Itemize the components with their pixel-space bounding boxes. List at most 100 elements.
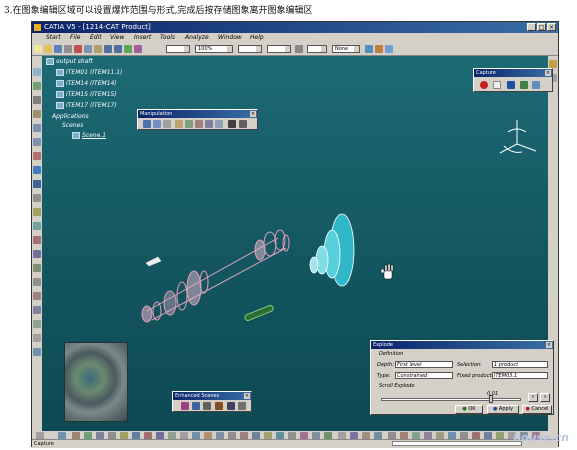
scene-delete-icon[interactable]: [238, 402, 246, 410]
snap-icon[interactable]: [175, 120, 183, 128]
menu-file[interactable]: File: [70, 33, 80, 43]
small-part: [145, 256, 162, 267]
step-back-button[interactable]: «: [528, 393, 538, 402]
maximize-button[interactable]: □: [537, 23, 546, 31]
iso-view-icon[interactable]: [33, 166, 41, 174]
step-forward-button[interactable]: »: [540, 393, 550, 402]
menu-insert[interactable]: Insert: [134, 33, 151, 43]
status-text: Capture: [34, 441, 54, 447]
rotate-icon[interactable]: [33, 110, 41, 118]
layer-combo[interactable]: None: [332, 45, 360, 53]
capture-title: Capture: [476, 70, 496, 76]
menu-edit[interactable]: Edit: [90, 33, 102, 43]
linetype-combo[interactable]: [238, 45, 262, 53]
position-icon[interactable]: [215, 120, 223, 128]
slider-thumb[interactable]: [489, 395, 493, 403]
pointer-icon[interactable]: [134, 45, 142, 53]
light-icon[interactable]: [33, 306, 41, 314]
menu-bar: Start File Edit View Insert Tools Analyz…: [32, 33, 558, 43]
album-icon[interactable]: [532, 81, 540, 89]
normal-view-icon[interactable]: [33, 152, 41, 160]
catia-logo-icon: [34, 24, 41, 31]
manipulate-icon[interactable]: [143, 120, 151, 128]
camera-icon[interactable]: [33, 292, 41, 300]
pan-icon[interactable]: [33, 96, 41, 104]
redo-icon[interactable]: [114, 45, 122, 53]
menu-help[interactable]: Help: [250, 33, 264, 43]
help-icon[interactable]: [124, 45, 132, 53]
cut-icon[interactable]: [74, 45, 82, 53]
menu-view[interactable]: View: [110, 33, 124, 43]
explode-icon[interactable]: [185, 120, 193, 128]
type-select[interactable]: Constrained: [395, 372, 453, 379]
swap-icon[interactable]: [33, 208, 41, 216]
scene-apply-icon[interactable]: [203, 402, 211, 410]
translate-icon[interactable]: [153, 120, 161, 128]
close-icon[interactable]: ×: [244, 393, 250, 399]
undo-icon[interactable]: [104, 45, 112, 53]
clash-icon[interactable]: [195, 120, 203, 128]
explode-dialog: Explode × Definition Depth: First level S…: [370, 340, 554, 415]
linestyle-combo[interactable]: [307, 45, 327, 53]
movie-icon[interactable]: [507, 81, 515, 89]
ok-button[interactable]: ● OK: [455, 405, 483, 414]
selection-field[interactable]: 1 product: [492, 361, 548, 368]
menu-analyze[interactable]: Analyze: [185, 33, 209, 43]
command-input[interactable]: [392, 441, 522, 446]
select-icon[interactable]: [33, 68, 41, 76]
close-button[interactable]: ×: [547, 23, 556, 31]
measure-icon[interactable]: [33, 222, 41, 230]
painter-icon[interactable]: [385, 45, 393, 53]
save-icon[interactable]: [54, 45, 62, 53]
record-icon[interactable]: [480, 81, 488, 89]
close-icon[interactable]: ×: [250, 111, 256, 117]
compass-icon[interactable]: [499, 120, 537, 154]
properties-icon[interactable]: [365, 45, 373, 53]
open-icon[interactable]: [44, 45, 52, 53]
render-icon[interactable]: [33, 334, 41, 342]
product-icon[interactable]: [549, 60, 557, 68]
stop-icon[interactable]: [239, 120, 247, 128]
video-icon[interactable]: [33, 348, 41, 356]
image-icon[interactable]: [520, 81, 528, 89]
distance-icon[interactable]: [33, 264, 41, 272]
hide-show-icon[interactable]: [33, 194, 41, 202]
zoom-combo[interactable]: 100%: [195, 45, 233, 53]
menu-tools[interactable]: Tools: [160, 33, 175, 43]
menu-start[interactable]: Start: [46, 33, 61, 43]
lock-icon[interactable]: [228, 120, 236, 128]
copy-icon[interactable]: [84, 45, 92, 53]
close-icon[interactable]: ×: [545, 70, 551, 76]
scene-browse-icon[interactable]: [215, 402, 223, 410]
scene-icon[interactable]: [33, 320, 41, 328]
style-icon[interactable]: [295, 45, 303, 53]
scene-create-icon[interactable]: [181, 402, 189, 410]
section-icon[interactable]: [33, 250, 41, 258]
scene-save-icon[interactable]: [227, 402, 235, 410]
snapshot-icon[interactable]: [493, 81, 501, 89]
color-combo[interactable]: [166, 45, 190, 53]
cancel-button[interactable]: ● Cancel: [522, 405, 552, 414]
thickness-combo[interactable]: [267, 45, 291, 53]
clash-icon[interactable]: [33, 236, 41, 244]
fixed-product-field[interactable]: ITEM03.1: [492, 372, 548, 379]
format-icon[interactable]: [375, 45, 383, 53]
zoom-in-icon[interactable]: [33, 124, 41, 132]
explode-title: Explode: [373, 342, 393, 348]
depth-select[interactable]: First level: [395, 361, 453, 368]
close-icon[interactable]: ×: [546, 342, 552, 348]
rotate-icon[interactable]: [163, 120, 171, 128]
zoom-out-icon[interactable]: [33, 138, 41, 146]
menu-window[interactable]: Window: [218, 33, 242, 43]
paste-icon[interactable]: [94, 45, 102, 53]
scene-edit-icon[interactable]: [192, 402, 200, 410]
fly-icon[interactable]: [33, 82, 41, 90]
shading-icon[interactable]: [33, 180, 41, 188]
reset-icon[interactable]: [205, 120, 213, 128]
minimize-button[interactable]: _: [527, 23, 536, 31]
new-icon[interactable]: [34, 45, 42, 53]
apply-button[interactable]: ● Apply: [487, 405, 519, 414]
scroll-slider[interactable]: [381, 398, 521, 401]
annotation-icon[interactable]: [33, 278, 41, 286]
print-icon[interactable]: [64, 45, 72, 53]
